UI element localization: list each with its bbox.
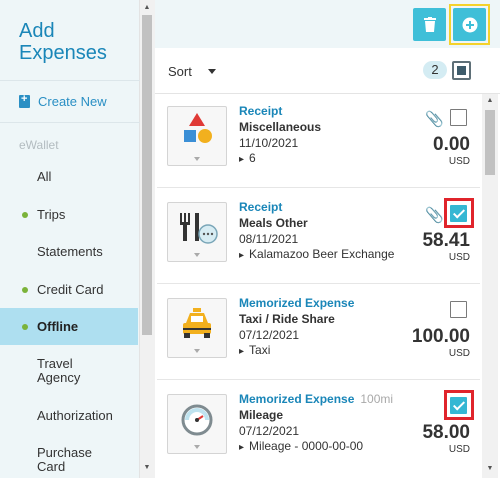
scroll-down-icon[interactable]: ▼	[485, 464, 495, 474]
sidebar-item-label: All	[37, 169, 52, 184]
status-dot	[22, 287, 28, 293]
expense-thumbnail	[167, 394, 227, 454]
expense-date: 11/10/2021	[239, 136, 299, 150]
expense-amount: 58.00	[422, 422, 470, 443]
meal-receipt-icon	[180, 213, 218, 244]
expense-amount: 100.00	[411, 326, 470, 347]
sort-bar: Sort 2	[155, 48, 500, 93]
chevron-down-icon[interactable]	[208, 69, 216, 74]
expense-currency: USD	[448, 252, 470, 263]
paperclip-icon: 📎	[425, 207, 444, 224]
mileage-distance: 100mi	[360, 392, 394, 406]
create-new-link[interactable]: Create New	[19, 93, 107, 109]
sidebar-item-trips[interactable]: Trips	[0, 201, 138, 229]
divider	[0, 122, 140, 123]
expense-type: Receipt	[239, 200, 283, 214]
expense-category: Mileage	[239, 408, 284, 422]
taxi-icon	[183, 308, 211, 338]
shapes-icon	[184, 113, 212, 143]
sidebar-item-label: Statements	[37, 244, 103, 259]
expense-item[interactable]: Receipt Meals Other 08/11/2021 Kalamazoo…	[157, 190, 480, 284]
expense-thumbnail	[167, 202, 227, 262]
sidebar-item-statements[interactable]: Statements	[0, 238, 138, 266]
expense-category: Meals Other	[239, 216, 308, 230]
expense-checkbox[interactable]	[450, 301, 467, 318]
select-all-checkbox[interactable]	[452, 61, 471, 80]
expense-item[interactable]: Memorized Expense 100mi Mileage 07/12/202…	[157, 382, 480, 476]
new-document-icon	[19, 93, 30, 108]
expense-merchant: Taxi	[239, 343, 270, 357]
chevron-down-icon	[194, 253, 200, 257]
expense-merchant: 6	[239, 151, 256, 165]
chevron-down-icon	[194, 445, 200, 449]
sidebar-scrollbar-thumb[interactable]	[142, 15, 152, 335]
scroll-down-icon[interactable]: ▼	[142, 463, 152, 473]
list-scrollbar-thumb[interactable]	[485, 110, 495, 175]
trash-icon	[423, 17, 436, 32]
checkbox-highlight	[444, 390, 474, 420]
sidebar-item-label: Credit Card	[37, 282, 104, 297]
checkbox-highlight	[444, 198, 474, 228]
divider	[0, 80, 140, 81]
expense-currency: USD	[448, 444, 470, 455]
expense-currency: USD	[448, 156, 470, 167]
scroll-up-icon[interactable]: ▲	[485, 96, 495, 106]
sidebar-item-label: Offline	[37, 318, 79, 334]
status-dot	[22, 212, 28, 218]
create-new-label: Create New	[38, 93, 107, 109]
expense-checkbox[interactable]	[450, 109, 467, 126]
expense-amount: 0.00	[433, 134, 470, 155]
expense-item[interactable]: Receipt Miscellaneous 11/10/2021 6 📎 0.0…	[157, 94, 480, 188]
delete-button[interactable]	[413, 8, 446, 41]
expense-date: 07/12/2021	[239, 328, 300, 342]
scroll-up-icon[interactable]: ▲	[142, 3, 152, 13]
sidebar: Add Expenses Create New eWallet All Trip…	[0, 0, 140, 478]
odometer-icon	[181, 404, 213, 436]
sidebar-item-label: Travel Agency	[37, 356, 81, 385]
status-dot	[22, 323, 28, 330]
paperclip-icon: 📎	[425, 111, 444, 128]
expense-thumbnail	[167, 298, 227, 358]
sidebar-item-offline[interactable]: Offline	[0, 308, 138, 345]
expense-date: 08/11/2021	[239, 232, 299, 246]
expense-merchant: Kalamazoo Beer Exchange	[239, 247, 394, 261]
expense-date: 07/12/2021	[239, 424, 300, 438]
expense-category: Taxi / Ride Share	[239, 312, 335, 326]
sidebar-item-authorization[interactable]: Authorization	[0, 402, 138, 430]
expense-merchant: Mileage - 0000-00-00	[239, 439, 363, 453]
chevron-down-icon	[194, 157, 200, 161]
expense-category: Miscellaneous	[239, 120, 322, 134]
sidebar-item-all[interactable]: All	[0, 163, 138, 191]
sort-dropdown[interactable]: Sort	[168, 64, 192, 79]
expense-thumbnail	[167, 106, 227, 166]
sidebar-item-label: Trips	[37, 207, 66, 222]
expense-item[interactable]: Memorized Expense Taxi / Ride Share 07/1…	[157, 286, 480, 380]
sidebar-item-purchase-card[interactable]: Purchase Card	[0, 443, 138, 477]
sidebar-item-label: Purchase Card	[37, 445, 92, 474]
expense-type: Memorized Expense	[239, 296, 355, 310]
page-title: Add Expenses	[19, 20, 107, 64]
expense-type: Receipt	[239, 104, 283, 118]
plus-circle-icon	[462, 17, 477, 32]
sidebar-item-label: Authorization	[37, 408, 113, 423]
expense-amount: 58.41	[422, 230, 470, 251]
selected-count-badge: 2	[423, 61, 447, 79]
expense-currency: USD	[448, 348, 470, 359]
sidebar-item-credit-card[interactable]: Credit Card	[0, 276, 138, 304]
expense-type: Memorized Expense 100mi	[239, 392, 394, 406]
chevron-down-icon	[194, 349, 200, 353]
sidebar-item-travel-agency[interactable]: Travel Agency	[0, 354, 138, 388]
section-label-ewallet: eWallet	[19, 138, 59, 152]
add-button[interactable]	[453, 8, 486, 41]
